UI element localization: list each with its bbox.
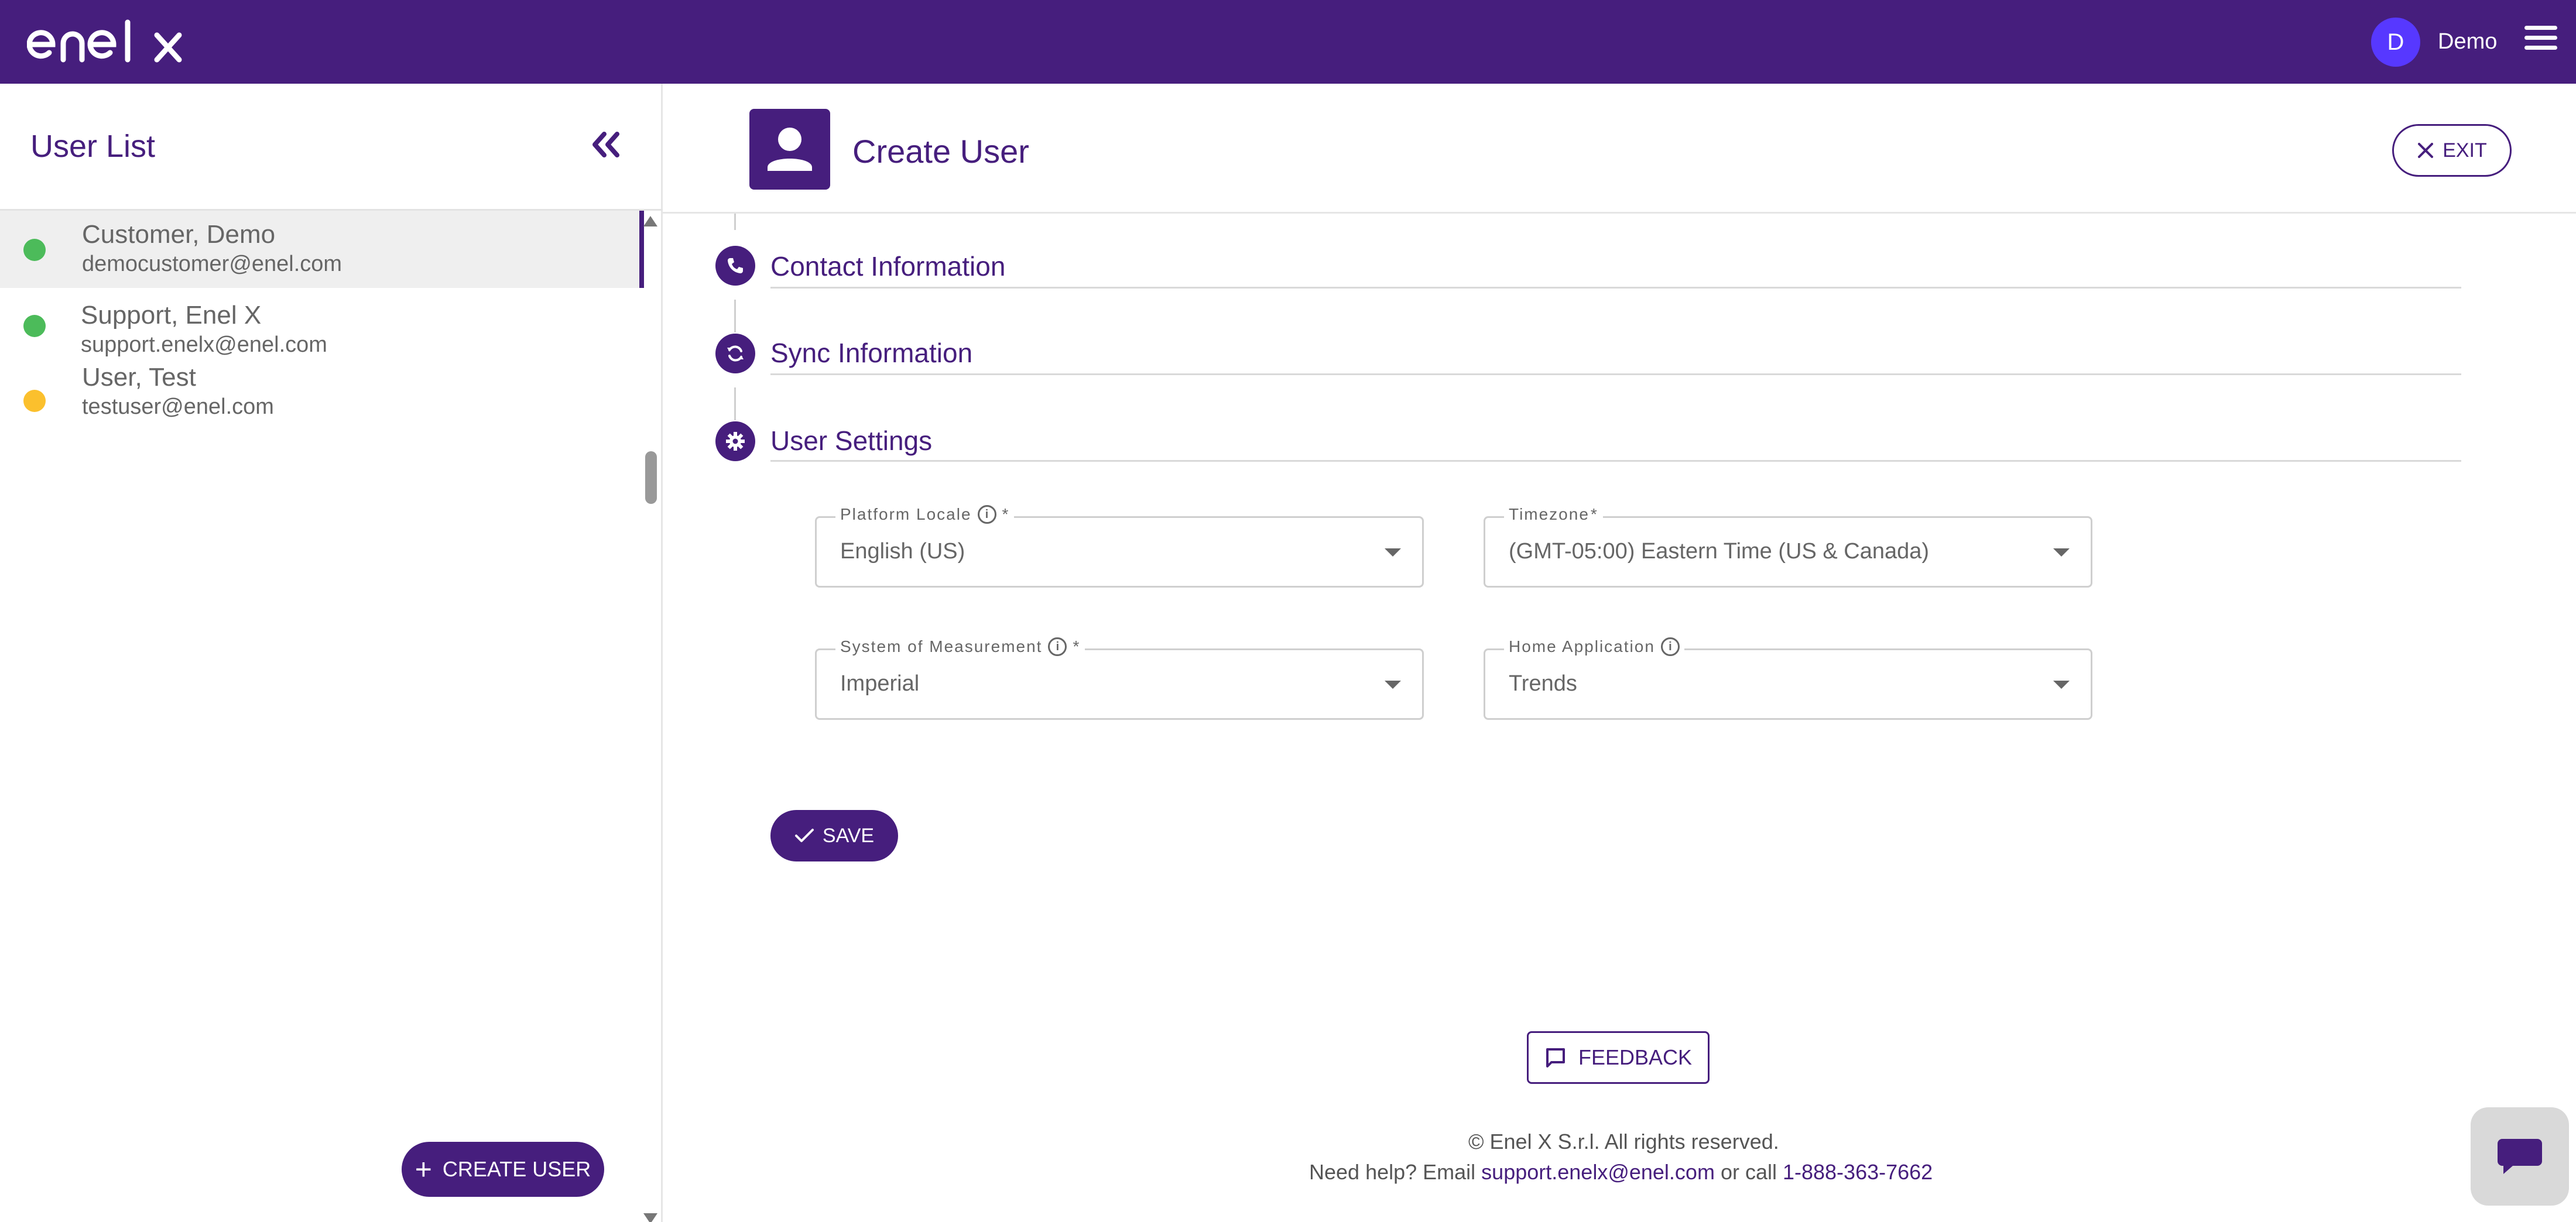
chat-widget-button[interactable] xyxy=(2471,1107,2569,1206)
create-user-button[interactable]: + CREATE USER xyxy=(402,1142,604,1197)
user-name-text: Customer, Demo xyxy=(82,220,276,249)
field-label: Timezone * xyxy=(1504,505,1603,524)
sync-icon xyxy=(715,334,755,373)
section-divider xyxy=(770,373,2461,375)
timezone-select[interactable]: Timezone * (GMT-05:00) Eastern Time (US &… xyxy=(1484,505,2092,588)
exit-label: EXIT xyxy=(2443,139,2487,162)
platform-locale-select[interactable]: Platform Locale i * English (US) xyxy=(815,505,1424,588)
scrollbar-thumb[interactable] xyxy=(645,451,657,504)
section-title-user-settings[interactable]: User Settings xyxy=(770,425,932,456)
user-email-text: support.enelx@enel.com xyxy=(81,332,327,357)
section-divider xyxy=(770,287,2461,289)
user-email-text: testuser@enel.com xyxy=(82,394,274,419)
caret-down-icon xyxy=(1385,681,1401,689)
user-email-text: democustomer@enel.com xyxy=(82,252,342,276)
field-label: Home Application i xyxy=(1504,637,1684,656)
feedback-button[interactable]: FEEDBACK xyxy=(1527,1031,1710,1084)
support-email-link[interactable]: support.enelx@enel.com xyxy=(1481,1160,1715,1184)
timezone-value: (GMT-05:00) Eastern Time (US & Canada) xyxy=(1509,539,1930,564)
home-application-select[interactable]: Home Application i Trends xyxy=(1484,637,2092,720)
field-label: Platform Locale i * xyxy=(835,505,1015,524)
chat-icon xyxy=(2498,1139,2542,1174)
help-text: Need help? Email support.enelx@enel.com … xyxy=(1309,1160,1933,1184)
check-icon xyxy=(794,829,814,842)
timeline-connector xyxy=(734,214,736,230)
divider xyxy=(663,212,2576,214)
top-bar: D Demo xyxy=(0,0,2576,84)
exit-button[interactable]: EXIT xyxy=(2392,124,2512,177)
list-item[interactable]: User, Test testuser@enel.com xyxy=(0,362,644,439)
feedback-icon xyxy=(1546,1048,1565,1067)
save-label: SAVE xyxy=(822,824,875,847)
user-name[interactable]: Demo xyxy=(2438,28,2497,55)
status-dot xyxy=(23,315,46,337)
scroll-down-arrow[interactable] xyxy=(643,1213,657,1222)
system-of-measurement-value: Imperial xyxy=(840,671,920,696)
section-title-sync-information[interactable]: Sync Information xyxy=(770,337,972,369)
scroll-up-arrow[interactable] xyxy=(643,216,657,226)
field-label: System of Measurement i * xyxy=(835,637,1085,656)
enel-x-logo[interactable] xyxy=(27,15,191,68)
user-list: Customer, Demo democustomer@enel.com Sup… xyxy=(0,211,644,439)
close-icon xyxy=(2418,143,2434,158)
user-list-panel: User List Customer, Demo democustomer@en… xyxy=(0,84,663,1222)
info-icon[interactable]: i xyxy=(1048,637,1067,656)
caret-down-icon xyxy=(2053,548,2070,557)
avatar-initial: D xyxy=(2387,29,2404,55)
section-title-contact-information[interactable]: Contact Information xyxy=(770,250,1005,282)
caret-down-icon xyxy=(1385,548,1401,557)
user-list-title: User List xyxy=(30,129,156,164)
section-divider xyxy=(770,460,2461,462)
caret-down-icon xyxy=(2053,681,2070,689)
system-of-measurement-select[interactable]: System of Measurement i * Imperial xyxy=(815,637,1424,720)
support-phone-link[interactable]: 1-888-363-7662 xyxy=(1783,1160,1933,1184)
gear-icon xyxy=(715,421,755,461)
status-dot xyxy=(23,390,46,412)
page-title: Create User xyxy=(852,133,1029,170)
save-button[interactable]: SAVE xyxy=(770,810,898,861)
info-icon[interactable]: i xyxy=(1660,637,1680,656)
double-chevron-left-icon[interactable] xyxy=(589,128,622,161)
info-icon[interactable]: i xyxy=(977,505,996,524)
status-dot xyxy=(23,239,46,261)
plus-icon: + xyxy=(415,1153,432,1186)
list-item[interactable]: Support, Enel X support.enelx@enel.com xyxy=(0,288,644,362)
list-item[interactable]: Customer, Demo democustomer@enel.com xyxy=(0,211,644,288)
timeline-connector xyxy=(734,387,736,420)
avatar[interactable]: D xyxy=(2371,18,2420,67)
home-application-value: Trends xyxy=(1509,671,1577,696)
feedback-label: FEEDBACK xyxy=(1578,1045,1693,1069)
platform-locale-value: English (US) xyxy=(840,539,965,564)
create-user-label: CREATE USER xyxy=(442,1157,591,1181)
user-name-text: User, Test xyxy=(82,363,196,392)
phone-icon xyxy=(715,246,755,286)
person-icon xyxy=(749,109,830,190)
hamburger-menu-icon[interactable] xyxy=(2524,26,2560,55)
timeline-connector xyxy=(734,300,736,332)
copyright-text: © Enel X S.r.l. All rights reserved. xyxy=(1468,1130,1779,1154)
user-name-text: Support, Enel X xyxy=(81,301,262,329)
